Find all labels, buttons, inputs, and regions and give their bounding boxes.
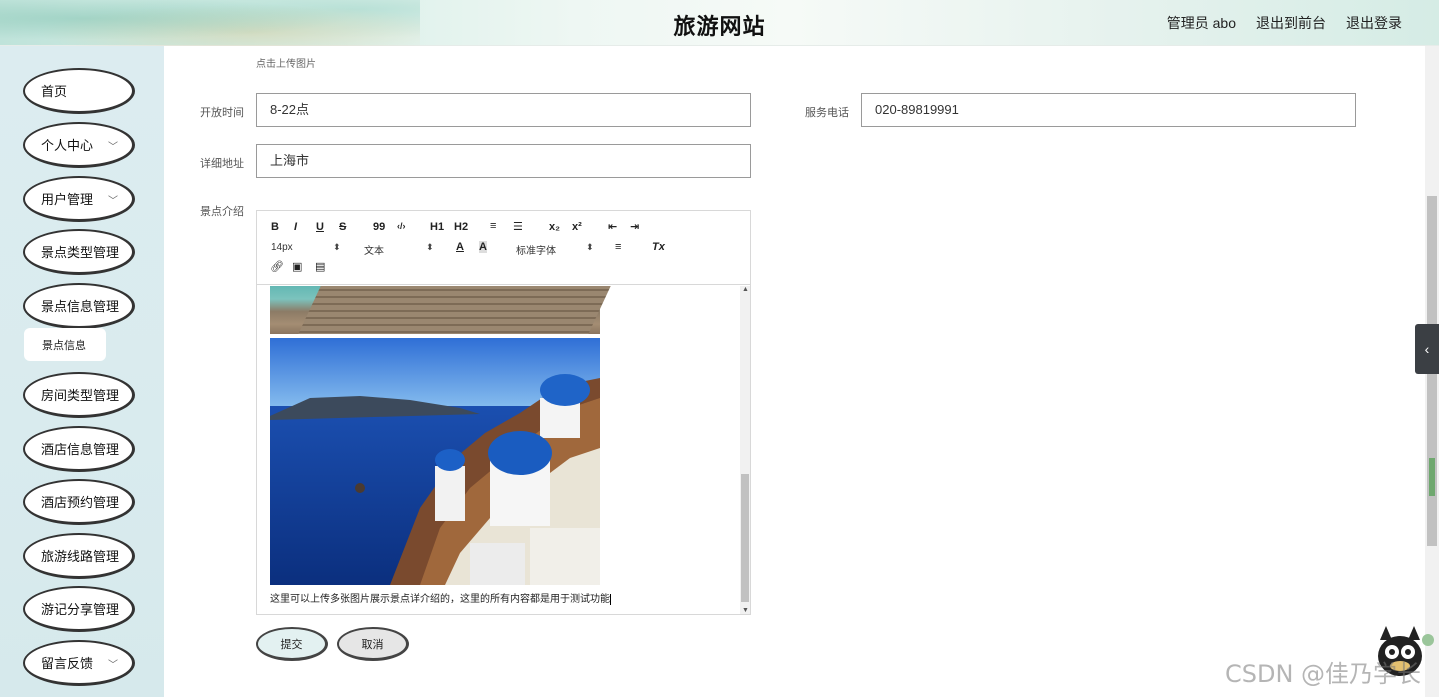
bold-button[interactable]: B xyxy=(271,221,279,233)
cancel-button[interactable]: 取消 xyxy=(337,627,409,661)
link-icon[interactable]: 🔗︎ xyxy=(270,260,284,273)
open-time-label: 开放时间 xyxy=(200,107,244,119)
editor-scrollbar[interactable]: ▲ ▼ xyxy=(740,286,750,614)
editor-content[interactable]: 这里可以上传多张图片展示景点详介绍的，这里的所有内容都是用于测试功能 xyxy=(257,286,740,614)
submit-button[interactable]: 提交 xyxy=(256,627,328,661)
sidebar-item-attraction-type[interactable]: 景点类型管理 xyxy=(23,229,135,275)
sidebar-item-label: 留言反馈 xyxy=(41,656,94,671)
sidebar-item-attraction-info[interactable]: 景点信息管理 xyxy=(23,283,135,329)
background-color-icon[interactable]: A xyxy=(479,241,487,253)
superscript-button[interactable]: x² xyxy=(572,221,582,233)
quote-icon[interactable]: 99 xyxy=(373,221,385,233)
side-panel-toggle[interactable]: ‹ xyxy=(1415,324,1439,374)
main-content: 点击上传图片 开放时间 8-22点 服务电话 020-89819991 详细地址… xyxy=(164,46,1425,697)
address-label: 详细地址 xyxy=(200,158,244,170)
chevron-down-icon: ﹀ xyxy=(108,660,118,671)
underline-button[interactable]: U xyxy=(316,221,324,233)
sidebar-item-travel-route[interactable]: 旅游线路管理 xyxy=(23,533,135,579)
service-phone-input[interactable]: 020-89819991 xyxy=(861,93,1356,127)
sidebar-item-room-type[interactable]: 房间类型管理 xyxy=(23,372,135,418)
header-picker[interactable]: 文本 xyxy=(364,242,384,257)
sidebar-item-label: 房间类型管理 xyxy=(41,388,120,403)
upload-hint[interactable]: 点击上传图片 xyxy=(256,55,316,70)
text-color-icon[interactable]: A xyxy=(456,241,464,253)
sidebar-item-personal-center[interactable]: 个人中心 ﹀ xyxy=(23,122,135,168)
sidebar-item-label: 首页 xyxy=(41,84,68,99)
image-icon[interactable]: ▣ xyxy=(292,260,302,273)
editor-text-content: 这里可以上传多张图片展示景点详介绍的，这里的所有内容都是用于测试功能 xyxy=(270,594,610,605)
address-input[interactable]: 上海市 xyxy=(256,144,751,178)
font-family-arrow-icon: ⬍ xyxy=(586,242,594,252)
indent-icon[interactable]: ⇥ xyxy=(630,220,639,233)
editor-scroll-thumb[interactable] xyxy=(741,474,749,602)
font-size-picker[interactable]: 14px xyxy=(271,242,293,253)
watermark: CSDN @佳乃学长 xyxy=(1225,660,1422,688)
code-icon[interactable]: ‹/› xyxy=(397,221,406,231)
page-scroll-marker xyxy=(1429,458,1435,496)
santorini-illustration xyxy=(270,338,600,585)
strike-button[interactable]: S xyxy=(339,221,346,233)
sidebar-item-home[interactable]: 首页 xyxy=(23,68,135,114)
editor-text: 这里可以上传多张图片展示景点详介绍的，这里的所有内容都是用于测试功能 xyxy=(270,590,611,605)
text-caret xyxy=(610,593,611,605)
chevron-down-icon: ﹀ xyxy=(108,142,118,153)
sidebar-item-label: 用户管理 xyxy=(41,192,94,207)
service-phone-label: 服务电话 xyxy=(805,107,849,119)
top-header: 旅游网站 管理员 abo 退出到前台 退出登录 xyxy=(0,0,1439,46)
clear-format-icon[interactable]: Tx xyxy=(652,241,665,253)
sidebar-item-label: 酒店预约管理 xyxy=(41,495,120,510)
bullet-list-icon[interactable]: ☰ xyxy=(513,220,523,233)
sidebar-item-feedback[interactable]: 留言反馈 ﹀ xyxy=(23,640,135,686)
dock-image xyxy=(270,286,612,334)
subscript-button[interactable]: x₂ xyxy=(549,221,560,233)
sidebar-item-label: 景点信息管理 xyxy=(41,299,120,314)
font-size-arrow-icon: ⬍ xyxy=(333,242,341,252)
open-time-input[interactable]: 8-22点 xyxy=(256,93,751,127)
sidebar-item-label: 个人中心 xyxy=(41,138,94,153)
ordered-list-icon[interactable]: ≡ xyxy=(490,220,496,232)
dock-planks xyxy=(298,286,612,334)
santorini-image xyxy=(270,338,600,585)
outdent-icon[interactable]: ⇤ xyxy=(608,220,617,233)
sidebar-item-user-management[interactable]: 用户管理 ﹀ xyxy=(23,176,135,222)
align-icon[interactable]: ≡ xyxy=(615,241,621,253)
header-arrow-icon: ⬍ xyxy=(426,242,434,252)
sidebar-item-travelogue[interactable]: 游记分享管理 xyxy=(23,586,135,632)
intro-label: 景点介绍 xyxy=(200,206,244,218)
h2-button[interactable]: H2 xyxy=(454,221,468,233)
submenu-item-attraction-info[interactable]: 景点信息 xyxy=(24,328,106,361)
video-icon[interactable]: ▤ xyxy=(315,260,325,273)
back-to-front-link[interactable]: 退出到前台 xyxy=(1256,13,1326,33)
editor-toolbar: B I U S 99 ‹/› H1 H2 ≡ ☰ x₂ x² ⇤ ⇥ 14px … xyxy=(257,211,750,285)
sidebar-item-hotel-info[interactable]: 酒店信息管理 xyxy=(23,426,135,472)
font-family-picker[interactable]: 标准字体 xyxy=(516,242,556,257)
header-links: 管理员 abo 退出到前台 退出登录 xyxy=(1167,13,1402,33)
scroll-down-icon[interactable]: ▼ xyxy=(742,607,749,614)
h1-button[interactable]: H1 xyxy=(430,221,444,233)
italic-button[interactable]: I xyxy=(294,221,297,233)
sidebar-item-label: 酒店信息管理 xyxy=(41,442,120,457)
sidebar-item-hotel-booking[interactable]: 酒店预约管理 xyxy=(23,479,135,525)
sidebar: 首页 个人中心 ﹀ 用户管理 ﹀ 景点类型管理 景点信息管理 景点信息 房间类型… xyxy=(0,46,164,697)
logout-link[interactable]: 退出登录 xyxy=(1346,13,1402,33)
chevron-down-icon: ﹀ xyxy=(108,196,118,207)
chevron-left-icon: ‹ xyxy=(1424,341,1430,357)
sidebar-item-label: 旅游线路管理 xyxy=(41,549,120,564)
sidebar-item-label: 游记分享管理 xyxy=(41,602,120,617)
admin-label: 管理员 abo xyxy=(1166,15,1236,31)
scroll-up-icon[interactable]: ▲ xyxy=(742,286,749,293)
sidebar-item-label: 景点类型管理 xyxy=(41,245,120,260)
rich-text-editor: B I U S 99 ‹/› H1 H2 ≡ ☰ x₂ x² ⇤ ⇥ 14px … xyxy=(256,210,751,615)
